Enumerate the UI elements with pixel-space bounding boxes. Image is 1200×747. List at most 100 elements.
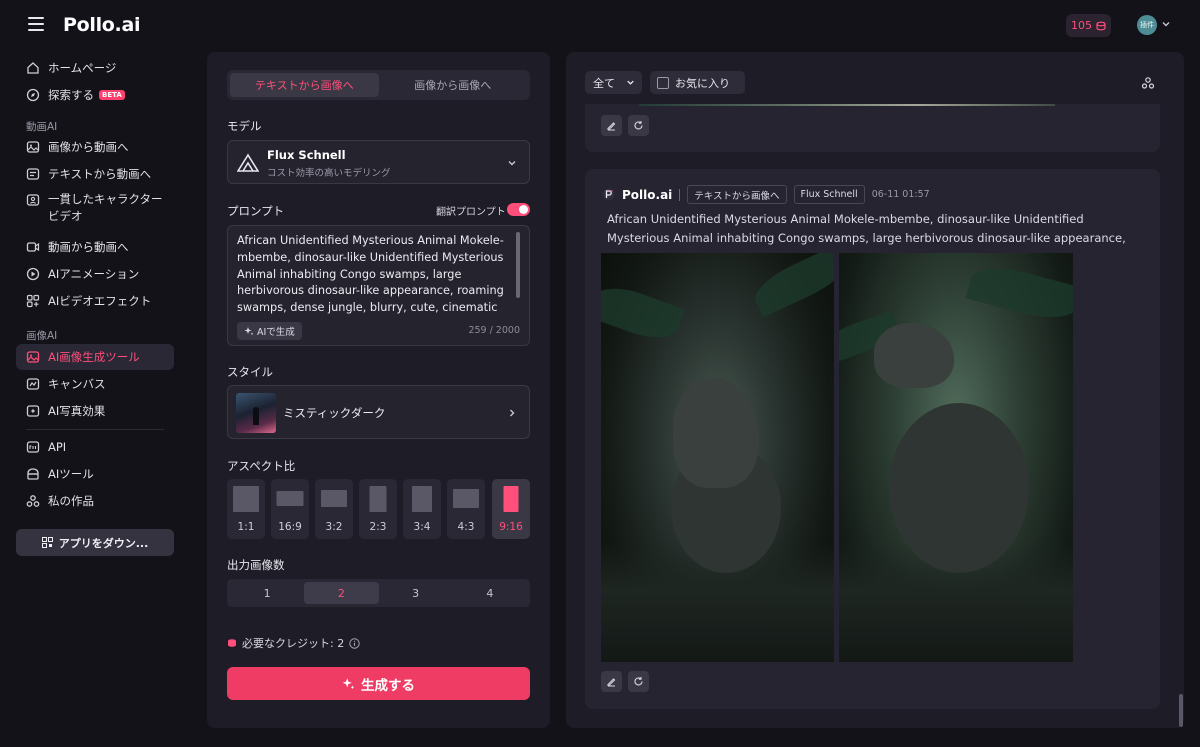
aspect-2-3[interactable]: 2:3 [359,479,397,539]
favorites-checkbox[interactable] [657,76,669,89]
canvas-icon [26,378,40,390]
sidebar-item-ai-tools[interactable]: AIツール [16,461,174,487]
tools-icon [27,468,39,480]
style-name: ミスティックダーク [283,406,386,420]
count-option-2[interactable]: 2 [304,582,379,604]
regenerate-button[interactable] [628,671,649,692]
favorites-filter[interactable]: お気に入り [650,71,745,94]
qr-code-icon [41,537,53,548]
credits-badge[interactable]: 105 [1066,14,1111,37]
flux-logo-icon [237,153,259,172]
prompt-scrollbar[interactable] [516,232,520,298]
animation-icon [26,267,40,281]
sparkle-icon [342,678,355,690]
sidebar-item-ai-video-effects[interactable]: AIビデオエフェクト [16,288,174,314]
model-tag: Flux Schnell [793,185,865,204]
sidebar-item-ai-image-generator[interactable]: AI画像生成ツール [16,344,174,370]
aspect-4-3[interactable]: 4:3 [447,479,485,539]
generate-button[interactable]: 生成する [227,667,530,700]
sidebar-divider [26,429,164,430]
sidebar-item-video-to-video[interactable]: 動画から動画へ [16,234,174,260]
style-select[interactable]: ミスティックダーク [227,385,530,439]
download-app-button[interactable]: アプリをダウン... [16,529,174,556]
page-scrollbar[interactable] [1179,694,1183,727]
sidebar-item-home[interactable]: ホームページ [16,55,174,81]
ai-generate-button[interactable]: AIで生成 [237,322,302,340]
home-icon [27,62,39,74]
model-description: コスト効率の高いモデリング [267,168,391,179]
header-divider [679,188,681,201]
sidebar-item-image-to-video[interactable]: 画像から動画へ [16,134,174,160]
sidebar-item-ai-animation[interactable]: AIアニメーション [16,261,174,287]
sidebar-item-canvas[interactable]: キャンバス [16,371,174,397]
model-name: Flux Schnell [267,148,346,162]
previous-image-edge [639,104,1055,106]
translate-prompt-label: 翻訳プロンプト [436,207,506,218]
my-works-icon [26,495,40,507]
credits-required: 必要なクレジット: 2 [227,635,360,651]
tab-text-to-image[interactable]: テキストから画像へ [230,73,379,97]
prompt-textarea[interactable]: African Unidentified Mysterious Animal M… [227,225,530,346]
edit-button[interactable] [601,115,622,136]
section-image-ai: 画像AI [26,330,58,342]
aspect-shape [276,491,304,506]
aspect-shape [503,486,519,512]
avatar[interactable]: 插件 [1137,15,1157,35]
coin-icon [1096,21,1106,30]
edit-button[interactable] [601,671,622,692]
pollo-logo-icon [602,188,615,201]
photo-effects-icon [26,405,40,417]
result-card: Pollo.ai テキストから画像へ Flux Schnell 06-11 01… [585,169,1160,709]
aspect-shape [321,490,347,507]
refresh-icon [634,677,643,686]
count-option-4[interactable]: 4 [453,582,527,604]
jungle-leaf [965,259,1073,327]
sidebar-item-character-video[interactable]: 一貫したキャラクタービデオ [16,188,174,224]
compass-icon [26,88,40,102]
effects-icon [26,294,40,308]
text-to-video-icon [26,168,40,180]
aspect-shape [369,486,387,512]
info-icon[interactable] [349,637,360,649]
sidebar-item-explore[interactable]: 探索する BETA [16,82,174,108]
aspect-16-9[interactable]: 16:9 [271,479,309,539]
model-select[interactable]: Flux Schnell コスト効率の高いモデリング [227,140,530,184]
app-logo[interactable]: Pollo.ai [63,14,141,36]
generated-image-1[interactable] [601,253,834,662]
count-option-3[interactable]: 3 [379,582,453,604]
menu-icon[interactable] [28,17,44,31]
aspect-9-16[interactable]: 9:16 [492,479,530,539]
model-label: モデル [227,119,262,133]
share-people-icon[interactable] [1141,76,1155,90]
filter-all-dropdown[interactable]: 全て [585,71,642,94]
sidebar-item-ai-photo-effects[interactable]: AI写真効果 [16,398,174,424]
coin-icon [228,639,236,647]
chevron-down-icon[interactable] [1160,18,1172,30]
aspect-3-2[interactable]: 3:2 [315,479,353,539]
generated-image-2[interactable] [839,253,1073,662]
mode-tag: テキストから画像へ [687,185,787,204]
prompt-text[interactable]: African Unidentified Mysterious Animal M… [237,233,513,317]
style-label: スタイル [227,365,273,379]
aspect-shape [412,486,432,512]
aspect-ratio-label: アスペクト比 [227,459,296,473]
regenerate-button[interactable] [628,115,649,136]
section-video-ai: 動画AI [26,121,58,133]
sidebar-item-text-to-video[interactable]: テキストから動画へ [16,161,174,187]
translate-toggle[interactable] [507,203,530,216]
api-icon [26,441,40,453]
sidebar-item-api[interactable]: API [16,434,174,460]
jungle-leaf [748,253,834,318]
aspect-1-1[interactable]: 1:1 [227,479,265,539]
beta-badge: BETA [99,90,125,100]
jungle-leaf [601,278,686,348]
tab-image-to-image[interactable]: 画像から画像へ [379,73,528,97]
output-count-selector: 1 2 3 4 [227,579,530,607]
prompt-label: プロンプト [227,204,285,218]
aspect-3-4[interactable]: 3:4 [403,479,441,539]
count-option-1[interactable]: 1 [230,582,304,604]
sidebar-item-my-works[interactable]: 私の作品 [16,488,174,514]
image-to-video-icon [26,141,40,153]
mode-tabs: テキストから画像へ 画像から画像へ [227,70,530,100]
edit-icon [607,678,616,687]
